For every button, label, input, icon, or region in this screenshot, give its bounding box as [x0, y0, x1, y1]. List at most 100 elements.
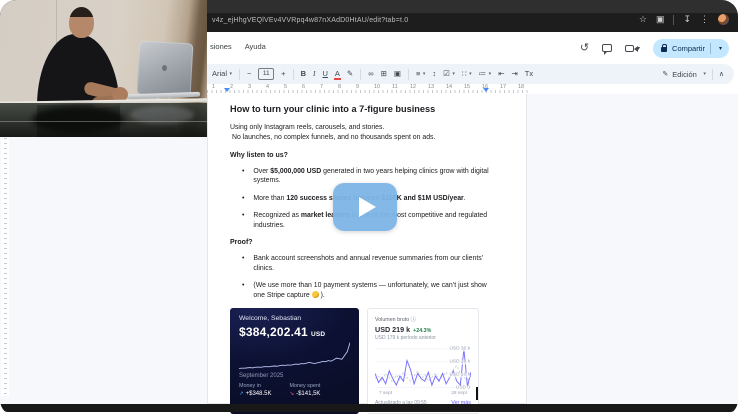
desk-reflection: [32, 106, 124, 133]
presenter-head: [69, 7, 94, 38]
wink-emoji: [312, 291, 319, 298]
lock-icon: [661, 47, 667, 52]
y-axis-label: USD 20 k: [447, 360, 470, 365]
ruler-number: 9: [356, 84, 359, 90]
x-axis-labels: 7 sept 28 sept: [375, 391, 471, 396]
y-axis-label: USD 10 k: [447, 372, 470, 377]
delta-badge: +24.3%: [413, 328, 431, 334]
menu-bar: siones Ayuda: [210, 42, 266, 51]
font-size-decrease-button[interactable]: −: [247, 70, 251, 78]
presenter-webcam-video[interactable]: [0, 0, 207, 137]
separator: [408, 69, 409, 80]
toolbar-icons: Arial▾ −11 + BIUA ✎ ∞ ⊞ ▣ ≡▾ ↕ ☑▾ ∷▾ ≔▾ ⇤ ⇥ Tx: [212, 64, 533, 84]
x-axis-label: 7 sept: [379, 391, 392, 396]
add-comment-button[interactable]: ⊞: [381, 70, 387, 78]
desk-shelf-line: [0, 121, 207, 122]
align-button[interactable]: ≡▾: [416, 70, 425, 78]
gross-volume-chart-area: USD 30 k USD 20 k USD 10 k USD 0: [375, 344, 471, 390]
document-canvas: How to turn your clinic into a 7-figure …: [0, 94, 738, 404]
bullet-list-proof: •Bank account screenshots and annual rev…: [230, 254, 498, 300]
ruler-number: 16: [482, 84, 488, 90]
chevron-down-icon: ▾: [703, 71, 706, 77]
docs-header-actions: ↺ ▾ Compartir ▾: [580, 38, 729, 58]
browser-toolbar-icons: ☆ ▣ ↧ ⋮: [639, 14, 729, 25]
font-size-increase-button[interactable]: +: [281, 70, 285, 78]
text-color-button[interactable]: A: [335, 70, 340, 78]
font-family-select[interactable]: Arial▾: [212, 70, 232, 78]
bank-dashboard-image[interactable]: Welcome, Sebastian $384,202.41USD Septem…: [230, 308, 359, 414]
ruler-number: 7: [320, 84, 323, 90]
ruler-number: 14: [446, 84, 452, 90]
vertical-ruler: [1, 138, 9, 396]
clear-formatting-button[interactable]: Tx: [525, 70, 533, 78]
overflow-menu-icon[interactable]: ⋮: [700, 15, 709, 24]
menu-siones[interactable]: siones: [210, 42, 232, 51]
divider: [712, 69, 713, 80]
x-axis-label: 28 sept: [451, 391, 467, 396]
money-stat: Money spent↘-$141,5K: [289, 383, 320, 397]
menu-ayuda[interactable]: Ayuda: [245, 42, 266, 51]
video-play-button[interactable]: [333, 183, 397, 231]
video-frame: v4z_ejHhgVEQlVEv4VVRpq4w87nXAdD0HtAU/edi…: [0, 0, 738, 416]
doc-title: How to turn your clinic into a 7-figure …: [230, 104, 498, 114]
download-icon[interactable]: ↧: [683, 15, 691, 24]
toolbar-right: ✎ Edición ▾ ∧: [662, 64, 724, 84]
doc-heading-proof: Proof?: [230, 239, 498, 246]
italic-button[interactable]: I: [313, 70, 316, 78]
ruler-number: 1: [212, 84, 215, 90]
meet-button[interactable]: ▾: [625, 45, 640, 52]
share-dropdown-icon[interactable]: ▾: [716, 45, 725, 52]
profile-avatar[interactable]: [718, 14, 729, 25]
ruler-number: 17: [500, 84, 506, 90]
y-axis-label: USD 30 k: [447, 347, 470, 352]
separator: [360, 69, 361, 80]
numbered-list-button[interactable]: ≔▾: [479, 70, 492, 78]
font-size-value[interactable]: 11: [258, 68, 274, 80]
address-bar[interactable]: v4z_ejHhgVEQlVEv4VVRpq4w87nXAdD0HtAU/edi…: [212, 17, 408, 24]
pencil-icon: ✎: [662, 70, 668, 78]
doc-heading-why: Why listen to us?: [230, 152, 498, 159]
doc-intro: Using only Instagram reels, carousels, a…: [230, 123, 498, 143]
share-button[interactable]: Compartir ▾: [653, 39, 729, 58]
ruler-number: 10: [374, 84, 380, 90]
ruler-number: 3: [248, 84, 251, 90]
line-spacing-button[interactable]: ↕: [432, 70, 436, 78]
decrease-indent-button[interactable]: ⇤: [498, 70, 504, 78]
underline-button[interactable]: U: [322, 70, 327, 78]
balance-amount: $384,202.41USD: [239, 325, 350, 339]
video-camera-icon: [625, 45, 634, 52]
document-page[interactable]: How to turn your clinic into a 7-figure …: [207, 94, 527, 404]
checklist-button[interactable]: ☑▾: [443, 70, 455, 78]
video-bottom-bar: [0, 404, 738, 412]
ruler-number: 11: [392, 84, 398, 90]
period-label: September 2025: [239, 373, 350, 379]
version-history-icon[interactable]: ↺: [580, 43, 589, 54]
ruler-number: 13: [428, 84, 434, 90]
insert-image-button[interactable]: ▣: [394, 70, 401, 78]
share-window-icon[interactable]: ▣: [656, 15, 665, 24]
separator: [293, 69, 294, 80]
editing-mode-select[interactable]: ✎ Edición ▾: [662, 70, 706, 79]
collapse-toolbar-button[interactable]: ∧: [719, 70, 724, 78]
bold-button[interactable]: B: [301, 70, 306, 78]
comments-icon[interactable]: [602, 44, 612, 52]
gross-volume-amount: USD 219 k+24.3%: [375, 325, 471, 334]
text-cursor: [476, 387, 478, 400]
stripe-dashboard-image[interactable]: Volumen bruto ⓘ USD 219 k+24.3% USD 179 …: [367, 308, 479, 414]
share-button-label: Compartir: [672, 44, 705, 53]
list-item: •Bank account screenshots and annual rev…: [242, 254, 498, 273]
ruler-number: 4: [266, 84, 269, 90]
increase-indent-button[interactable]: ⇥: [511, 70, 517, 78]
editing-mode-label: Edición: [672, 70, 697, 79]
bulleted-list-button[interactable]: ∷▾: [462, 70, 472, 78]
y-axis-label: USD 0: [454, 385, 470, 390]
separator: [239, 69, 240, 80]
highlight-color-button[interactable]: ✎: [347, 70, 353, 78]
insert-link-button[interactable]: ∞: [368, 70, 373, 78]
welcome-text: Welcome, Sebastian: [239, 315, 350, 322]
previous-period: USD 179 k período anterior: [375, 335, 471, 341]
bookmark-star-icon[interactable]: ☆: [639, 15, 647, 24]
divider: [673, 15, 674, 25]
balance-line-chart: [239, 341, 350, 371]
ruler-number: 12: [410, 84, 416, 90]
